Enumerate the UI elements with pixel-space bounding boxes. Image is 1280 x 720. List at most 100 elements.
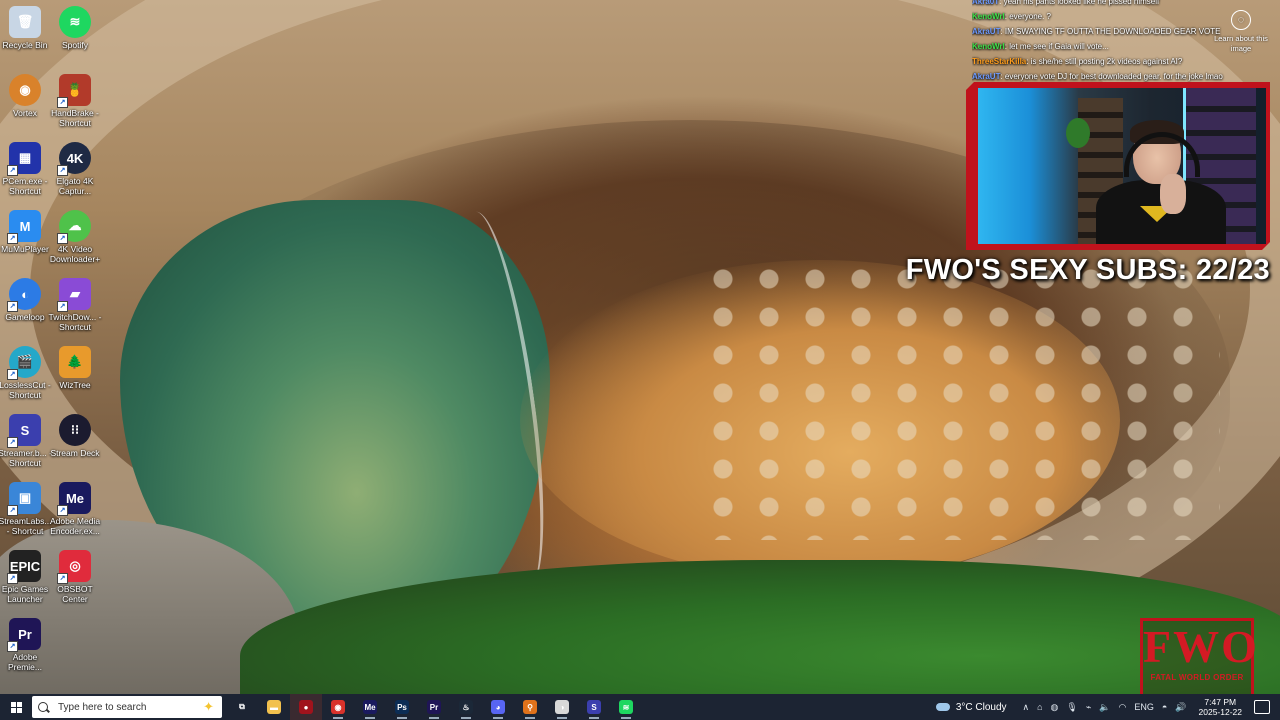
search-icon: [38, 702, 48, 712]
taskbar-clock[interactable]: 7:47 PM 2025-12-22: [1199, 697, 1242, 717]
desktop-icon-obsbot[interactable]: ◎ ↗ OBSBOT Center: [47, 550, 103, 604]
taskbar-chrome[interactable]: ◉: [322, 694, 354, 720]
chat-username: Akra0T: [972, 0, 1000, 6]
shortcut-arrow-icon: ↗: [7, 233, 18, 244]
taskbar-search-box[interactable]: Type here to search ✦: [32, 696, 222, 718]
desktop-icon-label: Adobe Media Encoder.ex...: [49, 516, 101, 536]
taskbar: Type here to search ✦ ⧉ ▬ ● ◉ Me Ps Pr ♨ ◕ ⚲ ◑ S ≋ 3…: [0, 694, 1280, 720]
desktop-icon-stream-deck[interactable]: ⁝⁝ Stream Deck: [47, 414, 103, 458]
vivaldi-icon: ◑: [555, 700, 569, 714]
desktop-icon-adobe-premiere[interactable]: Pr ↗ Adobe Premie...: [0, 618, 53, 672]
desktop-icon-label: Elgato 4K Captur...: [56, 176, 94, 196]
shortcut-arrow-icon: ↗: [7, 505, 18, 516]
pcem-icon: ▦ ↗: [7, 142, 41, 176]
taskbar-vivaldi[interactable]: ◑: [546, 694, 578, 720]
taskbar-steam[interactable]: ♨: [450, 694, 482, 720]
shortcut-arrow-icon: ↗: [57, 233, 68, 244]
system-tray: 3°C Cloudy ∧ ⌂ ◍ 🎙 ⌁ 🔈 ◠ ENG ◓ 🔊 7:47 PM…: [935, 694, 1280, 720]
chat-text: yeah his pants looked like he pissed him…: [1003, 0, 1160, 6]
shortcut-arrow-icon: ↗: [57, 573, 68, 584]
desktop-icon-losslesscut[interactable]: 🎬 ↗ LosslessCut - Shortcut: [0, 346, 53, 400]
desktop-icon-spotify[interactable]: ≋ Spotify: [47, 6, 103, 50]
desktop-icon-label: Epic Games Launcher: [1, 584, 49, 604]
adobe-media-encoder-icon: Me ↗: [57, 482, 91, 516]
chat-username: AkraUT: [972, 27, 1001, 36]
losslesscut-icon: 🎬 ↗: [7, 346, 41, 380]
network-device-icon[interactable]: ⌂: [1037, 702, 1042, 712]
desktop-icon-label: MuMuPlayer: [1, 244, 49, 254]
obsbot-icon: ◎ ↗: [57, 550, 91, 584]
microphone-icon[interactable]: 🎙: [1066, 702, 1077, 713]
task-view-icon: ⧉: [239, 702, 245, 711]
chat-message: ThreeStarKilla: is she/he still posting …: [972, 54, 1272, 69]
shortcut-arrow-icon: ↗: [7, 437, 18, 448]
usb-icon[interactable]: ⌁: [1086, 702, 1091, 713]
wifi-icon[interactable]: ◓: [1162, 702, 1167, 712]
shortcut-arrow-icon: ↗: [57, 301, 68, 312]
desktop-icon-streamerbot[interactable]: S ↗ Streamer.b... - Shortcut: [0, 414, 53, 468]
desktop-icon-label: Spotify: [62, 40, 88, 50]
volume-icon[interactable]: 🔊: [1175, 702, 1186, 713]
streamerbot-taskbar-icon: S: [587, 700, 601, 714]
weather-text: 3°C Cloudy: [955, 701, 1007, 713]
adobe-premiere-icon: Pr ↗: [7, 618, 41, 652]
desktop-icon-mumuplayer[interactable]: M ↗ MuMuPlayer: [0, 210, 53, 254]
desktop-icon-label: StreamLabs... - Shortcut: [0, 516, 52, 536]
shortcut-arrow-icon: ↗: [57, 165, 68, 176]
file-explorer-icon: ▬: [267, 700, 281, 714]
headset-icon[interactable]: ◠: [1118, 702, 1126, 713]
streamer-hand: [1160, 174, 1186, 214]
taskbar-file-explorer[interactable]: ▬: [258, 694, 290, 720]
taskbar-premiere-taskbar[interactable]: Pr: [418, 694, 450, 720]
webcam-feed: [978, 88, 1266, 244]
shortcut-arrow-icon: ↗: [7, 641, 18, 652]
taskbar-photoshop[interactable]: Ps: [386, 694, 418, 720]
chat-text: let me see if Gaia will vote...: [1009, 42, 1109, 51]
taskbar-obs-studio[interactable]: ●: [290, 694, 322, 720]
taskbar-media-encoder-taskbar[interactable]: Me: [354, 694, 386, 720]
desktop-icon-twitch-downloader[interactable]: ▰ ↗ TwitchDow... - Shortcut: [47, 278, 103, 332]
recycle-bin-icon: 🗑: [9, 6, 41, 38]
shortcut-arrow-icon: ↗: [7, 573, 18, 584]
cloud-icon: [935, 703, 950, 711]
desktop-icon-epic-games[interactable]: EPIC ↗ Epic Games Launcher: [0, 550, 53, 604]
input-language[interactable]: ENG: [1134, 702, 1154, 712]
desktop-icon-vortex[interactable]: ◉ Vortex: [0, 74, 53, 118]
taskbar-streamerbot-taskbar[interactable]: S: [578, 694, 610, 720]
vortex-icon: ◉: [9, 74, 41, 106]
desktop-icon-label: Streamer.b... - Shortcut: [0, 448, 52, 468]
desktop-icon-handbrake[interactable]: 🍍 ↗ HandBrake - Shortcut: [47, 74, 103, 128]
taskbar-task-view[interactable]: ⧉: [226, 694, 258, 720]
start-button[interactable]: [0, 694, 32, 720]
chat-message: Akra0T: yeah his pants looked like he pi…: [972, 0, 1272, 9]
desktop-icon-label: OBSBOT Center: [57, 584, 93, 604]
twitch-downloader-icon: ▰ ↗: [57, 278, 91, 312]
desktop-icon-recycle-bin[interactable]: 🗑 Recycle Bin: [0, 6, 53, 50]
learn-about-this-image[interactable]: ◌ Learn about this image: [1214, 10, 1268, 54]
taskbar-spotify-taskbar[interactable]: ≋: [610, 694, 642, 720]
taskbar-search-app[interactable]: ⚲: [514, 694, 546, 720]
plant: [1066, 118, 1090, 148]
weather-widget[interactable]: 3°C Cloudy: [935, 701, 1007, 713]
desktop-icon-label: Stream Deck: [50, 448, 100, 458]
desktop-icon-label: Gameloop: [5, 312, 45, 322]
taskbar-discord[interactable]: ◕: [482, 694, 514, 720]
clock-time: 7:47 PM: [1204, 697, 1237, 707]
chat-username: ThreeStarKilla: [972, 57, 1027, 66]
desktop-icon-elgato-4k[interactable]: 4K ↗ Elgato 4K Captur...: [47, 142, 103, 196]
chat-username: KenoWrl: [972, 42, 1005, 51]
desktop-icon-4k-video-downloader[interactable]: ☁ ↗ 4K Video Downloader+: [47, 210, 103, 264]
clock-date: 2025-12-22: [1198, 707, 1242, 717]
streamlabs-icon: ▣ ↗: [7, 482, 41, 516]
speaker-icon[interactable]: 🔈: [1099, 702, 1110, 713]
notification-center-icon[interactable]: [1254, 700, 1270, 714]
desktop-icon-wiztree[interactable]: 🌲 WizTree: [47, 346, 103, 390]
tray-app-icon[interactable]: ◍: [1051, 702, 1059, 713]
desktop-icon-gameloop[interactable]: ◐ ↗ Gameloop: [0, 278, 53, 322]
desktop-icon-pcem[interactable]: ▦ ↗ PCem.exe - Shortcut: [0, 142, 53, 196]
show-hidden-icons-chevron-icon[interactable]: ∧: [1023, 702, 1030, 713]
desktop-icon-streamlabs[interactable]: ▣ ↗ StreamLabs... - Shortcut: [0, 482, 53, 536]
streamerbot-icon: S ↗: [7, 414, 41, 448]
desktop-icon-adobe-media-encoder[interactable]: Me ↗ Adobe Media Encoder.ex...: [47, 482, 103, 536]
gameloop-icon: ◐ ↗: [7, 278, 41, 312]
